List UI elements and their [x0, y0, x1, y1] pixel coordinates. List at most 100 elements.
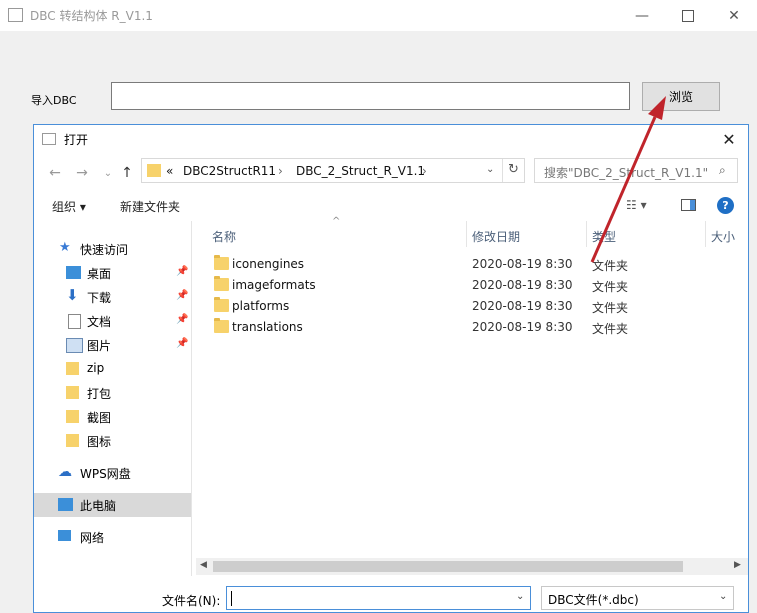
address-dropdown-icon[interactable]: ⌄ [486, 164, 494, 175]
folder-icon [66, 410, 79, 423]
toolbar: 组织 ▾ 新建文件夹 ☷ ▾ ? [34, 191, 748, 221]
organize-button[interactable]: 组织 ▾ [52, 198, 86, 215]
folder-icon [214, 255, 229, 270]
nav-item-label: 打包 [87, 387, 112, 401]
column-header-date[interactable]: 修改日期 [472, 228, 520, 245]
sort-up-icon: ^ [332, 216, 341, 227]
file-row[interactable]: imageformats 2020-08-19 8:30 文件夹 [192, 275, 748, 296]
dbc-path-input[interactable] [111, 82, 630, 110]
dialog-title: 打开 [64, 133, 89, 147]
picture-icon [66, 338, 83, 353]
address-overflow[interactable]: « [166, 164, 173, 178]
folder-icon [66, 362, 79, 375]
folder-icon [66, 386, 79, 399]
nav-item-this-pc[interactable]: 此电脑 [34, 493, 191, 517]
file-row[interactable]: iconengines 2020-08-19 8:30 文件夹 [192, 254, 748, 275]
nav-item-pack[interactable]: 打包 [34, 381, 191, 405]
address-divider [502, 159, 503, 182]
column-separator [466, 221, 467, 247]
file-list: ^ 名称 修改日期 类型 大小 iconengines 2020-08-19 8… [192, 216, 748, 576]
search-input[interactable]: 搜索"DBC_2_Struct_R_V1.1" ⌕ [534, 158, 738, 183]
nav-item-network[interactable]: 网络 [34, 525, 191, 549]
address-bar[interactable]: « DBC2StructR11 › DBC_2_Struct_R_V1.1 › … [141, 158, 525, 183]
dialog-app-icon [42, 133, 56, 145]
file-date: 2020-08-19 8:30 [472, 320, 573, 334]
column-header-type[interactable]: 类型 [592, 228, 616, 245]
preview-pane-icon[interactable] [681, 199, 696, 211]
nav-item-label: 下载 [87, 291, 112, 305]
app-icon [8, 8, 23, 22]
dialog-titlebar: 打开 ✕ [34, 125, 748, 154]
file-name: translations [232, 320, 303, 334]
dbc-label: 导入DBC [31, 94, 77, 107]
nav-item-downloads[interactable]: ⬇ 下载 📌 [34, 285, 191, 309]
minimize-icon[interactable]: — [619, 0, 665, 31]
column-header-size[interactable]: 大小 [711, 228, 735, 245]
open-file-dialog: 打开 ✕ ← → ⌄ ↑ « DBC2StructR11 › DBC_2_Str… [33, 124, 749, 613]
pin-icon: 📌 [176, 266, 189, 277]
column-header-name[interactable]: 名称 [212, 228, 236, 245]
column-separator [586, 221, 587, 247]
folder-icon [66, 434, 79, 447]
back-arrow-icon[interactable]: ← [44, 162, 66, 184]
filetype-value: DBC文件(*.dbc) [548, 593, 639, 607]
dialog-close-icon[interactable]: ✕ [714, 125, 744, 154]
nav-item-zip[interactable]: zip [34, 357, 191, 381]
scroll-right-icon[interactable]: ▶ [734, 560, 741, 570]
view-options-icon[interactable]: ☷ ▾ [626, 198, 647, 212]
up-arrow-icon[interactable]: ↑ [116, 162, 138, 184]
nav-item-label: 桌面 [87, 267, 112, 281]
filetype-select[interactable]: DBC文件(*.dbc) ⌄ [541, 586, 734, 610]
filetype-dropdown-icon[interactable]: ⌄ [719, 591, 727, 602]
nav-item-screenshots[interactable]: 截图 [34, 405, 191, 429]
maximize-icon[interactable] [665, 0, 711, 31]
nav-item-documents[interactable]: 文档 📌 [34, 309, 191, 333]
refresh-icon[interactable]: ↻ [508, 162, 519, 177]
nav-item-label: 截图 [87, 411, 112, 425]
file-row[interactable]: platforms 2020-08-19 8:30 文件夹 [192, 296, 748, 317]
close-icon[interactable]: ✕ [711, 0, 757, 31]
breadcrumb-chevron-icon: › [278, 164, 283, 178]
horizontal-scrollbar[interactable]: ◀ ▶ [196, 558, 748, 575]
filename-label: 文件名(N): [162, 594, 221, 608]
search-icon[interactable]: ⌕ [719, 163, 726, 178]
filename-dropdown-icon[interactable]: ⌄ [516, 591, 524, 602]
nav-item-label: 网络 [80, 531, 105, 545]
filename-input[interactable]: ⌄ [226, 586, 531, 610]
nav-item-pictures[interactable]: 图片 📌 [34, 333, 191, 357]
folder-icon [214, 318, 229, 333]
cloud-icon: ☁ [58, 464, 72, 480]
file-name: imageformats [232, 278, 316, 292]
forward-arrow-icon[interactable]: → [71, 162, 93, 184]
nav-item-quick-access[interactable]: ★ 快速访问 [34, 237, 191, 261]
column-separator [705, 221, 706, 247]
nav-item-desktop[interactable]: 桌面 📌 [34, 261, 191, 285]
nav-item-icons[interactable]: 图标 [34, 429, 191, 453]
scrollbar-thumb[interactable] [213, 561, 683, 572]
nav-item-label: 此电脑 [80, 499, 117, 513]
nav-item-label: 图标 [87, 435, 112, 449]
nav-item-label: WPS网盘 [80, 467, 131, 481]
breadcrumb-chevron-icon: › [422, 164, 427, 178]
file-row[interactable]: translations 2020-08-19 8:30 文件夹 [192, 317, 748, 338]
nav-item-wps-cloud[interactable]: ☁ WPS网盘 [34, 461, 191, 485]
help-icon[interactable]: ? [717, 197, 734, 214]
scroll-left-icon[interactable]: ◀ [200, 560, 207, 570]
breadcrumb-dbc2structr11[interactable]: DBC2StructR11 [183, 164, 276, 178]
file-type: 文件夹 [592, 280, 629, 294]
download-icon: ⬇ [66, 286, 79, 304]
nav-item-label: 图片 [87, 339, 112, 353]
file-name: platforms [232, 299, 290, 313]
main-titlebar: DBC 转结构体 R_V1.1 — ✕ [0, 0, 757, 31]
nav-item-label: zip [87, 361, 105, 375]
browse-button[interactable]: 浏览 [642, 82, 720, 111]
folder-icon [147, 164, 161, 177]
file-date: 2020-08-19 8:30 [472, 299, 573, 313]
file-type: 文件夹 [592, 301, 629, 315]
new-folder-button[interactable]: 新建文件夹 [120, 198, 180, 215]
text-caret [231, 591, 232, 606]
pin-icon: 📌 [176, 290, 189, 301]
file-type: 文件夹 [592, 322, 629, 336]
breadcrumb-current[interactable]: DBC_2_Struct_R_V1.1 [296, 164, 425, 178]
folder-icon [214, 297, 229, 312]
